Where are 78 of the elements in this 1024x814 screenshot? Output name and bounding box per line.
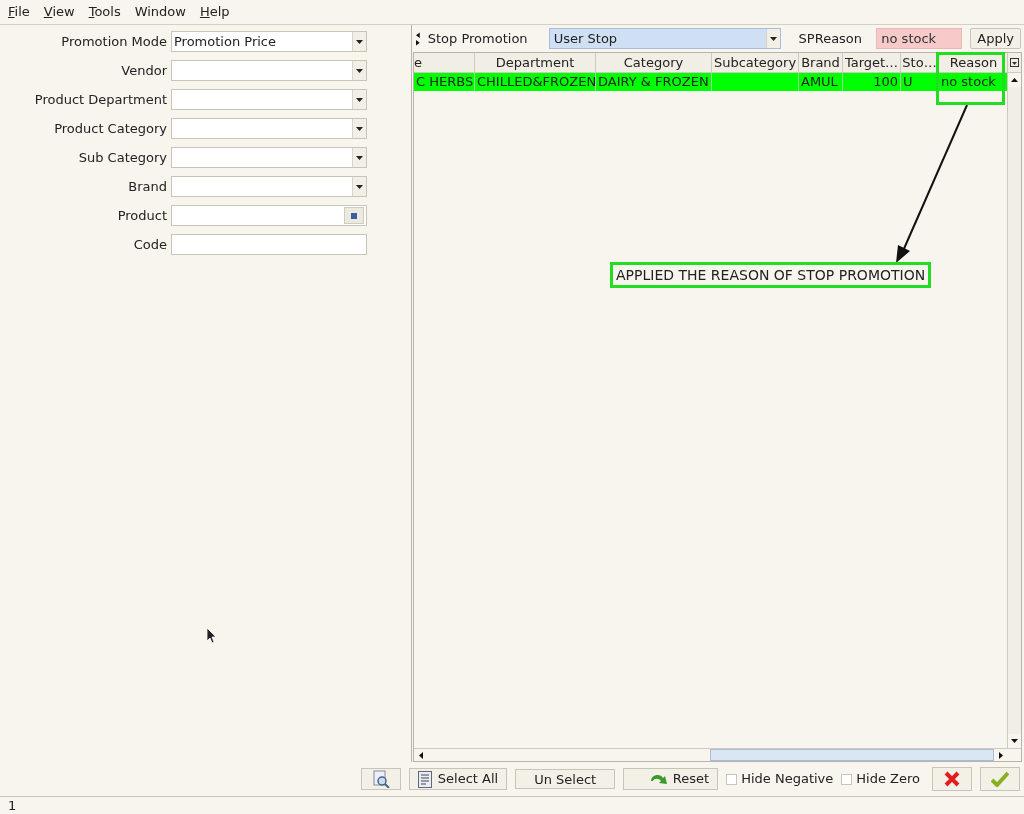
column-header[interactable]: Target… [843,53,901,73]
document-magnifier-icon [371,770,390,788]
spreason-label: SPReason [798,29,864,48]
caret-icon [356,155,363,160]
lookup-field[interactable] [171,205,367,226]
dropdown-field[interactable] [171,176,367,197]
caret-icon [356,68,363,73]
column-header[interactable]: Brand [799,53,843,73]
column-header[interactable]: e [414,53,475,73]
menu-item[interactable]: Window [134,2,186,22]
status-bar: 1 [0,796,1024,814]
table-row[interactable]: C HERBS CHILLED&FROZEN DAIRY & FROZEN AMUL 100 U no stock [414,73,1007,91]
dropdown-button[interactable] [352,90,366,109]
column-header[interactable]: Subcategory [712,53,799,73]
input-field[interactable] [171,234,367,255]
menu-item[interactable]: Help [199,2,230,22]
checkbox[interactable] [841,773,853,785]
field-label: Product Department [33,90,167,109]
dropdown-button[interactable] [352,177,366,196]
menu-item[interactable]: Tools [88,2,121,22]
column-header[interactable]: Category [596,53,712,73]
select-all-button[interactable]: Select All [408,768,508,790]
table-cell: DAIRY & FROZEN [596,73,712,91]
cancel-button[interactable] [932,767,972,791]
field-label: Brand [127,177,167,196]
list-icon [417,770,432,788]
preview-button[interactable] [360,768,401,790]
field-label: Code [132,235,167,254]
confirm-button[interactable] [980,767,1020,791]
caret-icon [769,36,777,41]
dropdown-button[interactable] [352,61,366,80]
column-header[interactable]: Department [475,53,596,73]
dropdown-field[interactable] [171,147,367,168]
table-cell: C HERBS [414,73,475,91]
dropdown-button[interactable] [352,148,366,167]
table-cell: 100 [843,73,901,91]
field-label: Product [116,206,167,225]
checkbox[interactable] [726,773,738,785]
dropdown-field[interactable]: Promotion Price [171,31,367,52]
caret-icon [356,184,363,189]
square-icon [351,212,357,219]
dropdown-button[interactable] [352,32,366,51]
scrollbar-thumb[interactable] [710,749,994,761]
field-label: Sub Category [77,148,167,167]
column-header[interactable]: Sto… [901,53,939,73]
apply-button[interactable]: Apply [970,28,1021,49]
table-cell: U [901,73,939,91]
close-icon [944,771,960,787]
table-cell: AMUL [799,73,843,91]
column-menu-icon[interactable] [1008,53,1021,73]
lookup-button[interactable] [344,207,364,224]
vertical-scrollbar[interactable] [1008,87,1021,734]
reason-input[interactable]: no stock [876,28,963,49]
menu-item[interactable]: File [8,2,30,22]
checkbox-label: Hide Negative [741,770,834,789]
highlight-frame [936,52,1005,105]
dropdown-field[interactable] [171,60,367,81]
dropdown-button[interactable] [765,29,780,48]
reset-button[interactable]: Reset [623,768,719,790]
checkbox-label: Hide Zero [856,770,920,789]
dropdown-field[interactable] [171,118,367,139]
annotation-label: APPLIED THE REASON OF STOP PROMOTION [610,262,932,288]
dropdown-field[interactable] [171,89,367,110]
field-label: Vendor [120,61,167,80]
caret-icon [356,126,363,131]
check-icon [991,771,1009,787]
field-label: Promotion Mode [60,32,167,51]
stop-mode-dropdown[interactable]: User Stop [548,28,781,49]
menu-item[interactable]: View [43,2,75,22]
caret-icon [356,39,363,44]
caret-icon [356,97,363,102]
mouse-pointer-icon [207,628,217,643]
table-cell: CHILLED&FROZEN [475,73,596,91]
field-label: Product Category [53,119,167,138]
stop-promotion-label: Stop Promotion [427,29,529,48]
unselect-button[interactable]: Un Select [515,769,616,789]
split-arrows-icon [416,31,420,46]
dropdown-button[interactable] [352,119,366,138]
